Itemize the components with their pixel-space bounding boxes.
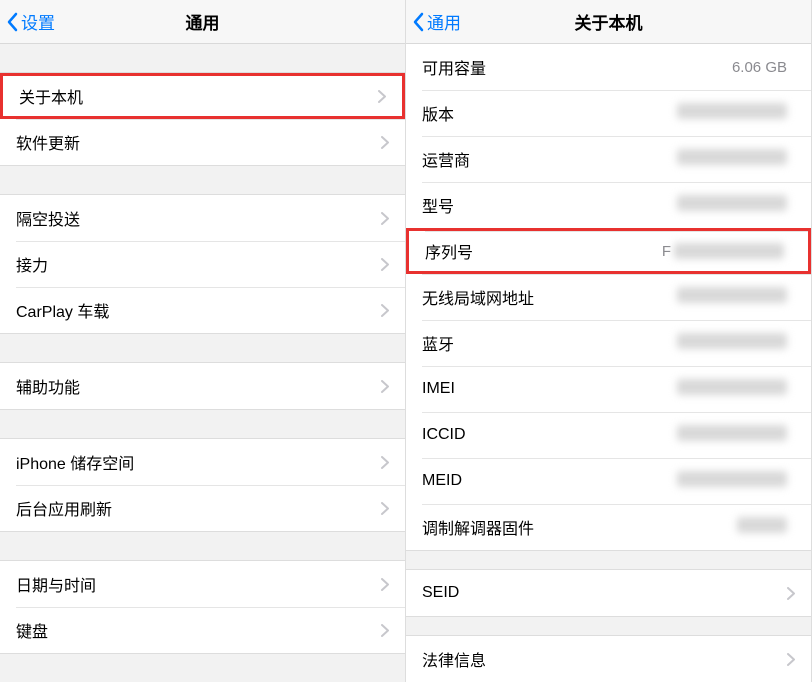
row-carplay[interactable]: CarPlay 车载 bbox=[0, 287, 405, 333]
row-seid[interactable]: SEID bbox=[406, 570, 811, 616]
group-legal: 法律信息 bbox=[406, 635, 811, 682]
row-label: 后台应用刷新 bbox=[16, 496, 381, 520]
group-connectivity: 隔空投送 接力 CarPlay 车载 bbox=[0, 194, 405, 334]
row-version: 版本 bbox=[406, 90, 811, 136]
chevron-left-icon bbox=[6, 12, 18, 32]
back-label: 通用 bbox=[427, 9, 461, 34]
row-date-time[interactable]: 日期与时间 bbox=[0, 561, 405, 607]
row-label: ICCID bbox=[422, 426, 677, 444]
about-device-panel: 通用 关于本机 可用容量 6.06 GB 版本 运营商 型号 序列号 bbox=[406, 0, 812, 682]
row-label: 键盘 bbox=[16, 618, 381, 642]
group-device-info: 可用容量 6.06 GB 版本 运营商 型号 序列号 F bbox=[406, 44, 811, 551]
row-value: 6.06 GB bbox=[732, 59, 787, 76]
row-label: 接力 bbox=[16, 252, 381, 276]
row-about-this-device[interactable]: 关于本机 bbox=[0, 73, 405, 119]
chevron-right-icon bbox=[787, 653, 795, 666]
back-label: 设置 bbox=[21, 9, 55, 34]
chevron-right-icon bbox=[381, 380, 389, 393]
row-label: 蓝牙 bbox=[422, 331, 677, 355]
row-label: 调制解调器固件 bbox=[422, 515, 737, 539]
row-bluetooth: 蓝牙 bbox=[406, 320, 811, 366]
navbar-left: 设置 通用 bbox=[0, 0, 405, 44]
row-label: MEID bbox=[422, 472, 677, 490]
row-background-refresh[interactable]: 后台应用刷新 bbox=[0, 485, 405, 531]
row-airdrop[interactable]: 隔空投送 bbox=[0, 195, 405, 241]
chevron-right-icon bbox=[381, 258, 389, 271]
right-scroll[interactable]: 可用容量 6.06 GB 版本 运营商 型号 序列号 F bbox=[406, 44, 811, 682]
row-label: 可用容量 bbox=[422, 55, 732, 79]
page-title-left: 通用 bbox=[0, 9, 405, 34]
group-accessibility: 辅助功能 bbox=[0, 362, 405, 410]
row-accessibility[interactable]: 辅助功能 bbox=[0, 363, 405, 409]
chevron-right-icon bbox=[787, 587, 795, 600]
left-scroll[interactable]: 关于本机 软件更新 隔空投送 接力 CarPlay 车载 bbox=[0, 44, 405, 682]
redacted-value bbox=[677, 195, 787, 211]
row-label: 型号 bbox=[422, 193, 677, 217]
chevron-right-icon bbox=[381, 624, 389, 637]
row-label: 无线局域网地址 bbox=[422, 285, 677, 309]
row-keyboard[interactable]: 键盘 bbox=[0, 607, 405, 653]
serial-prefix: F bbox=[662, 243, 671, 260]
group-about: 关于本机 软件更新 bbox=[0, 72, 405, 166]
row-legal-info[interactable]: 法律信息 bbox=[406, 636, 811, 682]
row-label: 关于本机 bbox=[19, 84, 378, 108]
chevron-right-icon bbox=[381, 212, 389, 225]
navbar-right: 通用 关于本机 bbox=[406, 0, 811, 44]
row-label: 隔空投送 bbox=[16, 206, 381, 230]
group-seid: SEID bbox=[406, 569, 811, 617]
chevron-right-icon bbox=[381, 304, 389, 317]
redacted-value bbox=[677, 333, 787, 349]
redacted-value bbox=[677, 149, 787, 165]
chevron-right-icon bbox=[381, 136, 389, 149]
row-carrier: 运营商 bbox=[406, 136, 811, 182]
row-serial-number: 序列号 F bbox=[406, 228, 811, 274]
row-wifi-address: 无线局域网地址 bbox=[406, 274, 811, 320]
row-imei: IMEI bbox=[406, 366, 811, 412]
row-label: CarPlay 车载 bbox=[16, 298, 381, 322]
row-label: 软件更新 bbox=[16, 130, 381, 154]
row-label: 日期与时间 bbox=[16, 572, 381, 596]
chevron-right-icon bbox=[381, 456, 389, 469]
row-model: 型号 bbox=[406, 182, 811, 228]
redacted-value bbox=[737, 517, 787, 533]
row-label: 运营商 bbox=[422, 147, 677, 171]
back-button-general[interactable]: 通用 bbox=[406, 9, 461, 34]
row-label: IMEI bbox=[422, 380, 677, 398]
chevron-right-icon bbox=[378, 90, 386, 103]
row-available-capacity: 可用容量 6.06 GB bbox=[406, 44, 811, 90]
redacted-value bbox=[677, 103, 787, 119]
row-label: 版本 bbox=[422, 101, 677, 125]
row-label: 法律信息 bbox=[422, 647, 787, 671]
chevron-right-icon bbox=[381, 502, 389, 515]
redacted-value bbox=[677, 425, 787, 441]
general-settings-panel: 设置 通用 关于本机 软件更新 隔空投送 接力 bbox=[0, 0, 406, 682]
redacted-value bbox=[677, 379, 787, 395]
row-value: F bbox=[662, 243, 784, 260]
row-meid: MEID bbox=[406, 458, 811, 504]
row-label: SEID bbox=[422, 584, 787, 602]
row-modem-firmware: 调制解调器固件 bbox=[406, 504, 811, 550]
chevron-right-icon bbox=[381, 578, 389, 591]
row-software-update[interactable]: 软件更新 bbox=[0, 119, 405, 165]
row-iccid: ICCID bbox=[406, 412, 811, 458]
row-label: 序列号 bbox=[425, 239, 662, 263]
redacted-value bbox=[677, 287, 787, 303]
redacted-value bbox=[674, 243, 784, 259]
group-time-keyboard: 日期与时间 键盘 bbox=[0, 560, 405, 654]
page-title-right: 关于本机 bbox=[406, 9, 811, 34]
row-label: iPhone 储存空间 bbox=[16, 450, 381, 474]
row-label: 辅助功能 bbox=[16, 374, 381, 398]
row-handoff[interactable]: 接力 bbox=[0, 241, 405, 287]
redacted-value bbox=[677, 471, 787, 487]
group-storage: iPhone 储存空间 后台应用刷新 bbox=[0, 438, 405, 532]
back-button-settings[interactable]: 设置 bbox=[0, 9, 55, 34]
chevron-left-icon bbox=[412, 12, 424, 32]
row-iphone-storage[interactable]: iPhone 储存空间 bbox=[0, 439, 405, 485]
